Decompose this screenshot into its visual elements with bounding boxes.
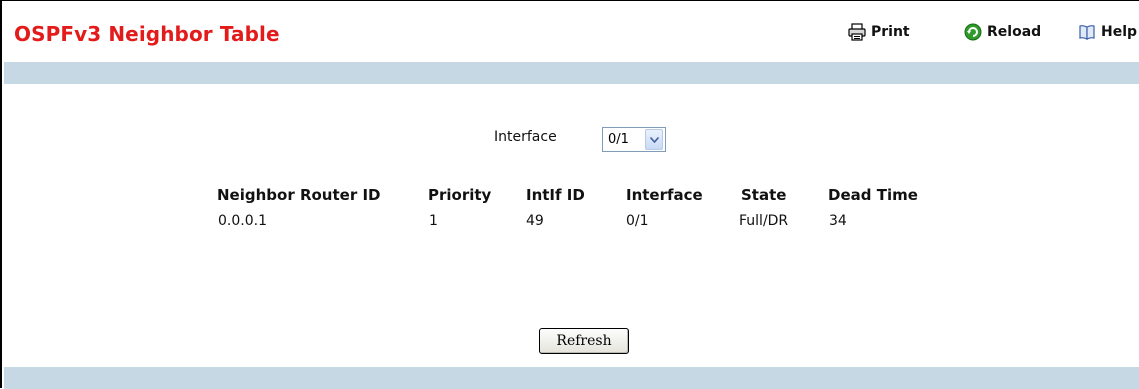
chevron-down-icon[interactable] [645,129,663,150]
help-label: Help [1101,24,1138,40]
column-header-priority: Priority [428,186,492,204]
printer-icon [848,23,866,41]
help-book-icon [1078,23,1096,41]
page-frame: OSPFv3 Neighbor Table Print Reload Help … [0,0,1139,389]
reload-icon [964,23,982,41]
footer-band [4,367,1139,389]
column-header-dead-time: Dead Time [828,186,918,204]
refresh-button[interactable]: Refresh [539,328,629,354]
cell-priority: 1 [429,213,438,229]
header-band [4,62,1139,84]
toolbar: Print Reload Help [2,23,1139,47]
column-header-interface: Interface [626,186,703,204]
interface-select-value: 0/1 [608,132,629,147]
reload-label: Reload [987,24,1042,40]
print-button[interactable]: Print [848,23,910,41]
cell-intif-id: 49 [526,213,544,229]
cell-state: Full/DR [739,213,789,229]
column-header-state: State [741,186,787,204]
reload-button[interactable]: Reload [964,23,1041,41]
cell-interface: 0/1 [626,213,649,229]
interface-select[interactable]: 0/1 [602,127,666,152]
print-label: Print [871,24,910,40]
cell-dead-time: 34 [829,213,847,229]
cell-neighbor-router-id: 0.0.0.1 [218,213,267,229]
help-button[interactable]: Help [1078,23,1137,41]
column-header-neighbor-router-id: Neighbor Router ID [217,186,381,204]
column-header-intif-id: IntIf ID [526,186,585,204]
interface-filter-label: Interface [494,129,557,145]
